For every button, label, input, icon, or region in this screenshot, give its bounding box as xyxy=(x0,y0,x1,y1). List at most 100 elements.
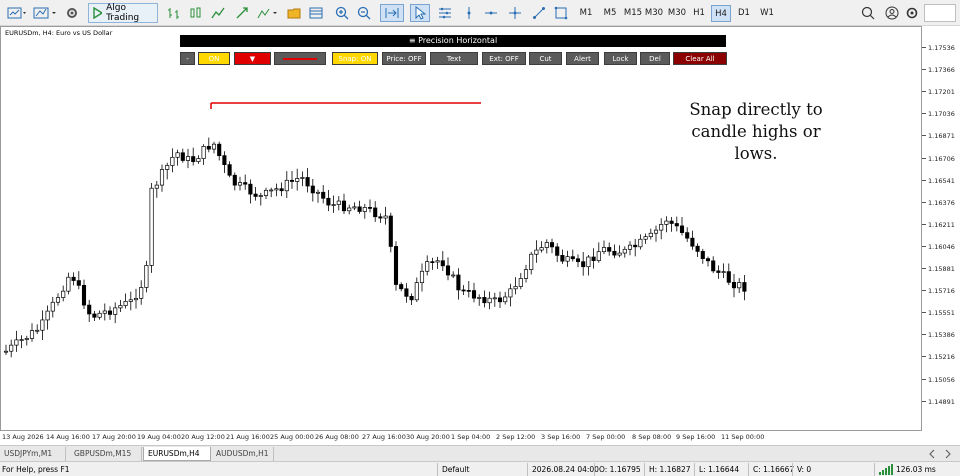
settings-gear-icon[interactable] xyxy=(64,4,80,22)
shapes-icon[interactable] xyxy=(552,4,570,22)
candle xyxy=(596,242,601,263)
candle xyxy=(508,283,513,307)
price-label: 1.16541 xyxy=(928,176,955,185)
line-style-icon xyxy=(283,58,317,60)
precision-button-11[interactable]: Del xyxy=(640,52,670,65)
templates-icon[interactable] xyxy=(308,4,324,22)
timeframe-m30b[interactable]: M30 xyxy=(666,5,688,22)
price-label: 1.16706 xyxy=(928,154,955,163)
time-label: 13 Aug 2026 xyxy=(2,433,44,441)
tab-audusdm-h1[interactable]: AUDUSDm,H1 xyxy=(212,447,274,461)
play-icon xyxy=(93,7,103,19)
candle xyxy=(159,164,165,192)
time-label: 9 Sep 16:00 xyxy=(676,433,716,441)
zoom-in-icon[interactable] xyxy=(334,4,350,22)
timeframe-w1[interactable]: W1 xyxy=(757,5,777,22)
precision-button-7[interactable]: Ext: OFF xyxy=(482,52,526,65)
tab-gbpusdm-m15[interactable]: GBPUSDm,M15 xyxy=(70,447,142,461)
candle xyxy=(113,302,118,324)
time-label: 21 Aug 16:00 xyxy=(226,433,270,441)
precision-button-10[interactable]: Lock xyxy=(604,52,637,65)
indicators-icon[interactable] xyxy=(256,4,280,22)
candle xyxy=(648,228,653,240)
candle xyxy=(721,263,726,278)
tab-scroll-left-icon[interactable] xyxy=(926,447,938,460)
candle xyxy=(742,274,747,301)
candle xyxy=(601,240,607,255)
candle xyxy=(81,279,87,309)
new-chart-icon[interactable] xyxy=(6,4,28,22)
account-icon[interactable] xyxy=(884,4,900,22)
tab-eurusdm-h4[interactable]: EURUSDm,H4 xyxy=(143,447,211,461)
timeframe-h4[interactable]: H4 xyxy=(711,5,731,22)
candle xyxy=(149,183,154,273)
timeframe-m5[interactable]: M5 xyxy=(600,5,620,22)
time-label: 7 Sep 00:00 xyxy=(586,433,626,441)
timeframe-d1[interactable]: D1 xyxy=(734,5,754,22)
candle xyxy=(700,248,705,264)
vertical-line-icon[interactable] xyxy=(460,4,478,22)
time-label: 26 Aug 08:00 xyxy=(315,433,359,441)
candle xyxy=(565,250,570,267)
algo-trading-button[interactable]: Algo Trading xyxy=(88,3,158,23)
precision-button-12[interactable]: Clear All xyxy=(673,52,727,65)
candle xyxy=(612,244,617,259)
candle xyxy=(97,310,102,320)
settings-icon[interactable] xyxy=(904,4,920,22)
candle xyxy=(685,227,690,242)
precision-button-3[interactable] xyxy=(274,52,326,65)
autoscroll-icon[interactable] xyxy=(380,4,404,22)
cursor-icon[interactable] xyxy=(410,4,430,22)
candlestick-icon[interactable] xyxy=(188,4,204,22)
precision-panel-title[interactable]: ≡ Precision Horizontal xyxy=(180,35,726,47)
price-label: 1.15056 xyxy=(928,375,955,384)
precision-button-8[interactable]: Cut xyxy=(529,52,562,65)
time-label: 30 Aug 20:00 xyxy=(406,433,450,441)
tab-usdjpym-m1[interactable]: USDJPYm,M1 xyxy=(0,447,66,461)
horizontal-line-icon[interactable] xyxy=(482,4,500,22)
candle xyxy=(45,305,50,330)
candle xyxy=(295,168,300,191)
bar-chart-icon[interactable] xyxy=(166,4,182,22)
status-divider xyxy=(874,463,875,476)
timeframe-m30[interactable]: M30 xyxy=(644,5,664,22)
candle xyxy=(76,271,81,290)
timeframe-m1[interactable]: M1 xyxy=(576,5,596,22)
candle xyxy=(409,293,414,306)
chart-type-icon[interactable] xyxy=(32,4,60,22)
connection-signal-icon[interactable] xyxy=(878,463,894,476)
candle xyxy=(196,155,201,164)
folder-icon[interactable] xyxy=(286,4,302,22)
precision-button-6[interactable]: Text xyxy=(430,52,478,65)
price-tick xyxy=(922,157,926,159)
time-axis: 13 Aug 2026 14 Aug 16:00 17 Aug 20:00 19 Au… xyxy=(0,431,960,445)
price-label: 1.16046 xyxy=(928,242,955,251)
precision-button-5[interactable]: Price: OFF xyxy=(382,52,426,65)
candle xyxy=(107,306,113,320)
status-divider xyxy=(594,463,595,476)
zoom-out-icon[interactable] xyxy=(356,4,372,22)
price-label: 1.15881 xyxy=(928,265,955,273)
timeframe-h1[interactable]: H1 xyxy=(689,5,709,22)
crosshair-icon[interactable] xyxy=(506,4,524,22)
candle xyxy=(139,280,144,305)
trendline-icon[interactable] xyxy=(530,4,548,22)
search-field[interactable] xyxy=(924,4,956,22)
chart-area[interactable]: EURUSDm, H4: Euro vs US Dollar ≡ Precisi… xyxy=(0,26,922,431)
precision-button-1[interactable]: ON xyxy=(198,52,230,65)
line-chart-icon[interactable] xyxy=(210,4,226,22)
objects-list-icon[interactable] xyxy=(436,4,454,22)
tab-scroll-right-icon[interactable] xyxy=(942,447,954,460)
time-label: 2 Sep 12:00 xyxy=(496,433,536,441)
candle xyxy=(92,310,97,322)
candle xyxy=(61,285,66,302)
zoom-chart-icon[interactable] xyxy=(234,4,250,22)
search-icon[interactable] xyxy=(860,4,876,22)
precision-button-9[interactable]: Alert xyxy=(566,52,599,65)
precision-button-0[interactable]: - xyxy=(180,52,195,65)
precision-button-4[interactable]: Snap: ON xyxy=(332,52,378,65)
candle xyxy=(555,243,560,263)
precision-button-2[interactable]: ▼ xyxy=(234,52,271,65)
candle xyxy=(289,171,295,189)
timeframe-m15[interactable]: M15 xyxy=(623,5,643,22)
